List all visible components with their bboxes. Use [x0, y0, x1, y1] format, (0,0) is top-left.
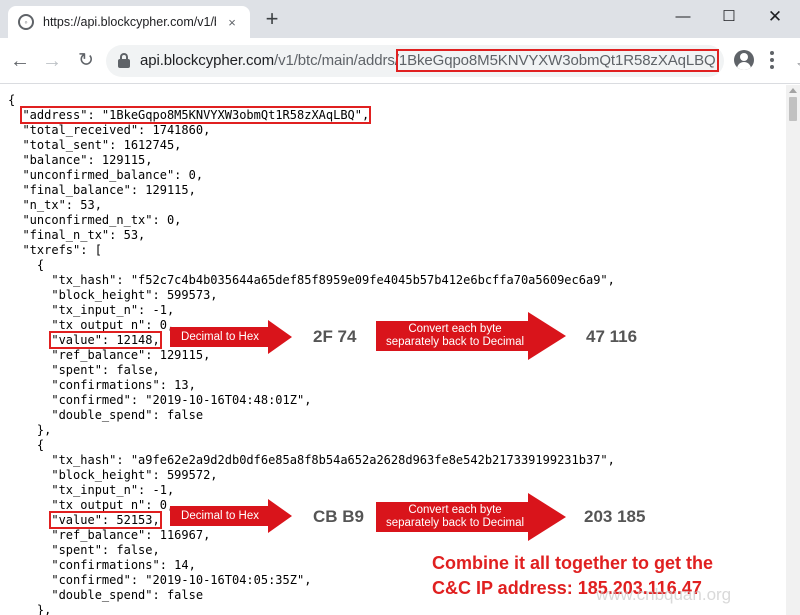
url-host: api.blockcypher.com — [140, 52, 275, 69]
scroll-up-arrow-icon[interactable] — [789, 88, 797, 93]
globe-icon: ◦ — [18, 14, 34, 30]
json-line: "unconfirmed_n_tx": 0, — [8, 213, 182, 227]
hex-to-decimal-arrow-2: Convert each byte separately back to Dec… — [376, 493, 566, 541]
arrow-label-line-2: separately back to Decimal — [385, 336, 525, 348]
json-line: }, — [8, 423, 52, 437]
watermark: www.cnbquan.org — [596, 585, 732, 604]
close-tab-icon[interactable]: × — [224, 15, 240, 30]
reload-button[interactable]: ↻ — [74, 49, 98, 73]
json-line: "block_height": 599573, — [8, 288, 218, 302]
tab-strip: ◦ https://api.blockcypher.com/v1/bt × + … — [0, 0, 800, 38]
browser-toolbar: ← → ↻ api.blockcypher.com/v1/btc/main/ad… — [0, 38, 800, 84]
bookmark-star-icon[interactable]: ☆ — [796, 55, 800, 78]
json-line: "balance": 129115, — [8, 153, 153, 167]
json-line: "tx_hash": "a9fe62e2a9d2db0df6e85a8f8b54… — [8, 453, 615, 467]
value-line-highlight-1: "value": 12148, — [49, 331, 162, 349]
hex-value-2: CB B9 — [313, 507, 365, 526]
maximize-button[interactable]: ☐ — [706, 4, 752, 30]
json-line: { — [8, 93, 16, 107]
profile-avatar-icon[interactable] — [734, 50, 754, 70]
hex-to-decimal-arrow-1: Convert each byte separately back to Dec… — [376, 312, 566, 360]
address-bar[interactable]: api.blockcypher.com/v1/btc/main/addrs/1B… — [106, 45, 800, 77]
json-line: "address": "1BkeGqpo8M5KNVYXW3obmQt1R58z… — [8, 106, 615, 124]
json-line: "spent": false, — [8, 363, 160, 377]
back-button[interactable]: ← — [8, 49, 32, 73]
decimal-to-hex-arrow-1: Decimal to Hex — [170, 320, 292, 354]
decimal-value-2: 203 185 — [584, 507, 646, 526]
json-line: { — [8, 258, 45, 272]
tab-title: https://api.blockcypher.com/v1/bt — [43, 15, 217, 29]
json-line: }, — [8, 603, 52, 615]
arrow-label: Convert each byte separately back to Dec… — [376, 493, 534, 541]
hex-value-1: 2F 74 — [313, 327, 357, 346]
menu-kebab-icon[interactable] — [770, 49, 774, 71]
url-text[interactable]: api.blockcypher.com/v1/btc/main/addrs/1B… — [140, 49, 719, 72]
json-line: "tx_hash": "f52c7c4b4b035644a65def85f895… — [8, 273, 615, 287]
json-line: "n_tx": 53, — [8, 198, 102, 212]
json-line: "confirmed": "2019-10-16T04:48:01Z", — [8, 393, 312, 407]
new-tab-button[interactable]: + — [262, 8, 282, 30]
json-line: "double_spend": false — [8, 408, 204, 422]
arrow-label-line-1: Convert each byte — [408, 504, 502, 516]
arrow-label: Convert each byte separately back to Dec… — [376, 312, 534, 360]
json-line: "block_height": 599572, — [8, 468, 218, 482]
scroll-thumb[interactable] — [789, 97, 797, 121]
json-line: "confirmations": 13, — [8, 378, 196, 392]
json-line: "total_sent": 1612745, — [8, 138, 182, 152]
url-path: /v1/btc/main/addrs/ — [274, 52, 399, 69]
arrow-label-line-1: Convert each byte — [408, 323, 502, 335]
combine-note-line-1: Combine it all together to get the — [432, 553, 714, 573]
json-line: "final_n_tx": 53, — [8, 228, 146, 242]
browser-tab[interactable]: ◦ https://api.blockcypher.com/v1/bt × — [8, 6, 250, 38]
json-line: "total_received": 1741860, — [8, 123, 211, 137]
arrow-label-line-2: separately back to Decimal — [385, 517, 525, 529]
decimal-value-1: 47 116 — [586, 327, 638, 346]
json-line: { — [8, 438, 45, 452]
decimal-to-hex-arrow-2: Decimal to Hex — [170, 499, 292, 533]
address-line-highlight: "address": "1BkeGqpo8M5KNVYXW3obmQt1R58z… — [20, 106, 372, 124]
minimize-button[interactable]: — — [660, 4, 706, 30]
arrow-label: Decimal to Hex — [181, 330, 259, 343]
json-line: "txrefs": [ — [8, 243, 102, 257]
json-line: "unconfirmed_balance": 0, — [8, 168, 204, 182]
url-address-highlight: 1BkeGqpo8M5KNVYXW3obmQt1R58zXAqLBQ — [395, 49, 719, 72]
arrow-label: Decimal to Hex — [181, 509, 259, 522]
value-line-highlight-2: "value": 52153, — [49, 511, 162, 529]
forward-button[interactable]: → — [40, 49, 64, 73]
close-window-button[interactable]: ✕ — [752, 4, 798, 30]
lock-icon[interactable] — [118, 53, 130, 68]
vertical-scrollbar[interactable] — [786, 85, 800, 615]
json-line: "final_balance": 129115, — [8, 183, 196, 197]
